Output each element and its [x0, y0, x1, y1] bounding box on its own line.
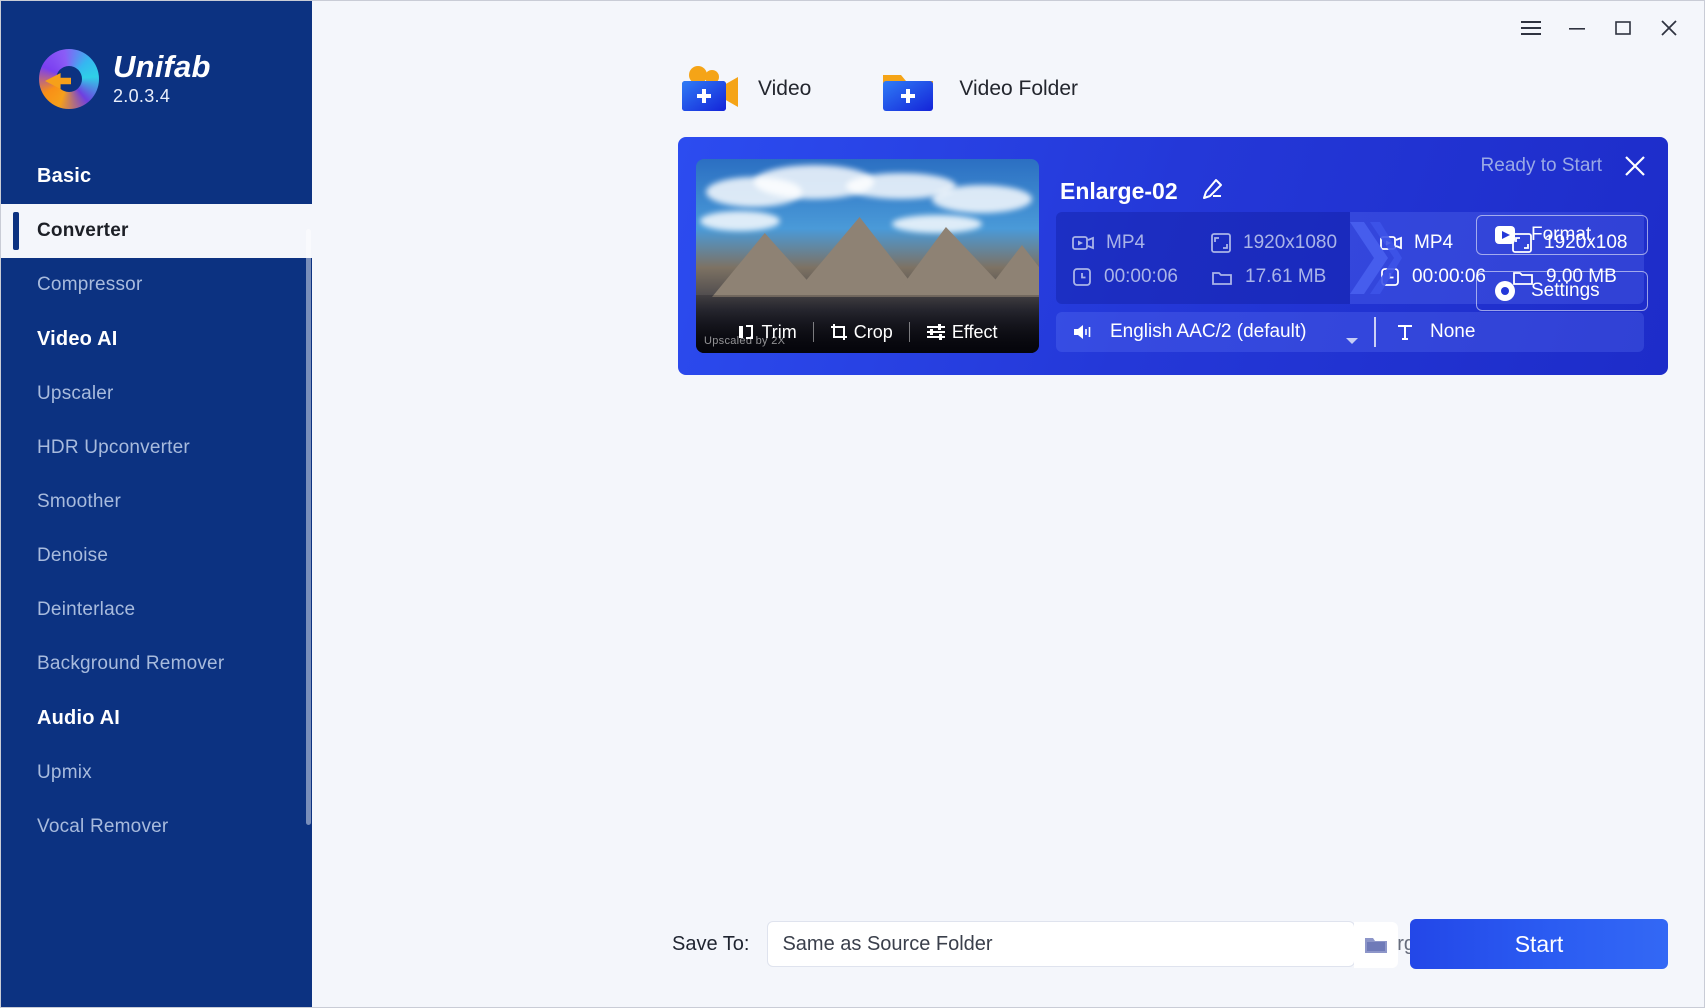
start-button-label: Start — [1514, 930, 1564, 957]
sidebar-item-deinterlace[interactable]: Deinterlace — [1, 583, 312, 637]
source-size: 17.61 MB — [1211, 266, 1350, 288]
unifab-logo-icon — [39, 49, 99, 109]
file-name: Enlarge-02 — [1060, 178, 1178, 204]
file-title-row: Enlarge-02 — [1060, 177, 1224, 206]
effect-label: Effect — [951, 321, 998, 342]
browse-folder-button[interactable] — [1354, 922, 1399, 968]
window-titlebar — [312, 1, 1704, 55]
duration-icon — [1381, 268, 1399, 286]
target-duration-value: 00:00:06 — [1412, 266, 1486, 287]
sidebar-group-basic: Basic — [37, 165, 92, 187]
card-actions: Format Settings — [1476, 215, 1648, 327]
subtitle-track-value: None — [1430, 321, 1476, 342]
sidebar-group-audio-ai: Audio AI — [37, 707, 121, 729]
chevron-down-icon — [1346, 338, 1358, 344]
save-to-label: Save To: — [672, 932, 750, 955]
source-info: MP4 1920x1080 00:00:06 17.61 MB — [1056, 212, 1402, 304]
subtitle-track-select[interactable]: None — [1376, 321, 1475, 343]
subtitle-icon — [1398, 325, 1412, 340]
source-duration: 00:00:06 — [1072, 266, 1211, 288]
brand-name: Unifab — [113, 48, 211, 84]
format-button[interactable]: Format — [1476, 215, 1648, 255]
save-to-value: Same as Source Folder — [782, 932, 993, 955]
sidebar-item-converter[interactable]: Converter — [1, 204, 312, 258]
source-size-value: 17.61 MB — [1245, 266, 1327, 287]
sidebar-item-background-remover[interactable]: Background Remover — [1, 637, 312, 691]
duration-icon — [1073, 268, 1091, 286]
audio-track-select[interactable]: English AAC/2 (default) — [1056, 321, 1374, 344]
add-video-button[interactable]: Video — [678, 63, 811, 115]
video-thumbnail[interactable]: Upscaled by 2X Trim Crop Effect — [696, 159, 1039, 353]
sidebar-nav: Basic Converter Compressor Video AI Upsc… — [1, 149, 312, 854]
sidebar-item-upmix[interactable]: Upmix — [1, 746, 312, 800]
add-video-folder-button[interactable]: Video Folder — [879, 63, 1078, 115]
sidebar-item-vocal-remover[interactable]: Vocal Remover — [1, 800, 312, 854]
target-format-value: MP4 — [1414, 232, 1454, 253]
file-card: Ready to Start Upscaled by 2X Trim Crop … — [678, 137, 1668, 375]
gear-icon — [1495, 281, 1515, 301]
minimize-icon[interactable] — [1554, 8, 1600, 48]
trim-label: Trim — [761, 321, 797, 342]
sidebar-item-compressor[interactable]: Compressor — [1, 258, 312, 312]
source-resolution: 1920x1080 — [1211, 232, 1350, 254]
trim-icon — [739, 325, 754, 339]
settings-button-label: Settings — [1531, 280, 1600, 301]
sidebar-item-hdr-upconverter[interactable]: HDR Upconverter — [1, 421, 312, 475]
effect-button[interactable]: Effect — [910, 322, 1014, 343]
app-version: 2.0.3.4 — [113, 86, 171, 107]
source-duration-value: 00:00:06 — [1104, 266, 1178, 287]
crop-icon — [830, 324, 847, 340]
format-icon — [1072, 236, 1094, 250]
audio-icon — [1074, 325, 1091, 339]
add-toolbar: Video Video Folder — [312, 55, 1704, 115]
thumbnail-tools: Trim Crop Effect — [696, 311, 1039, 353]
main-area: Video Video Folder Ready to Start Upscal… — [312, 1, 1704, 1007]
folder-icon — [1365, 938, 1388, 953]
file-list: Ready to Start Upscaled by 2X Trim Crop … — [312, 115, 1704, 375]
audio-track-value: English AAC/2 (default) — [1110, 321, 1307, 342]
brand: Unifab 2.0.3.4 — [1, 11, 312, 109]
settings-button[interactable]: Settings — [1476, 271, 1648, 311]
resolution-icon — [1211, 233, 1231, 253]
crop-button[interactable]: Crop — [814, 322, 909, 343]
source-resolution-value: 1920x1080 — [1243, 232, 1338, 253]
format-button-label: Format — [1531, 224, 1592, 245]
add-video-label: Video — [758, 77, 812, 100]
sidebar: Unifab 2.0.3.4 Basic Converter Compresso… — [1, 1, 312, 1007]
format-icon — [1380, 236, 1402, 250]
add-video-icon — [678, 63, 740, 115]
sidebar-item-upscaler[interactable]: Upscaler — [1, 367, 312, 421]
remove-file-icon[interactable] — [1622, 153, 1648, 179]
trim-button[interactable]: Trim — [721, 322, 812, 343]
start-button[interactable]: Start — [1410, 919, 1668, 969]
source-format-value: MP4 — [1106, 232, 1146, 253]
maximize-icon[interactable] — [1600, 8, 1646, 48]
effect-icon — [926, 324, 945, 340]
bottom-bar: Save To: Same as Source Folder Merge all… — [312, 881, 1704, 1007]
filesize-icon — [1212, 272, 1232, 285]
close-icon[interactable] — [1646, 8, 1692, 48]
unifab-window: Unifab 2.0.3.4 Basic Converter Compresso… — [0, 0, 1705, 1008]
add-video-folder-label: Video Folder — [959, 77, 1079, 100]
status-badge: Ready to Start — [1480, 155, 1602, 176]
sidebar-scrollbar[interactable] — [306, 229, 311, 825]
sidebar-item-denoise[interactable]: Denoise — [1, 529, 312, 583]
menu-icon[interactable] — [1508, 8, 1554, 48]
edit-name-icon[interactable] — [1200, 177, 1224, 206]
format-play-icon — [1495, 226, 1515, 244]
sidebar-item-smoother[interactable]: Smoother — [1, 475, 312, 529]
source-format: MP4 — [1072, 232, 1211, 254]
sidebar-group-video-ai: Video AI — [37, 328, 118, 350]
crop-label: Crop — [853, 321, 893, 342]
save-to-input[interactable]: Same as Source Folder — [767, 921, 1399, 968]
add-video-folder-icon — [879, 63, 941, 115]
